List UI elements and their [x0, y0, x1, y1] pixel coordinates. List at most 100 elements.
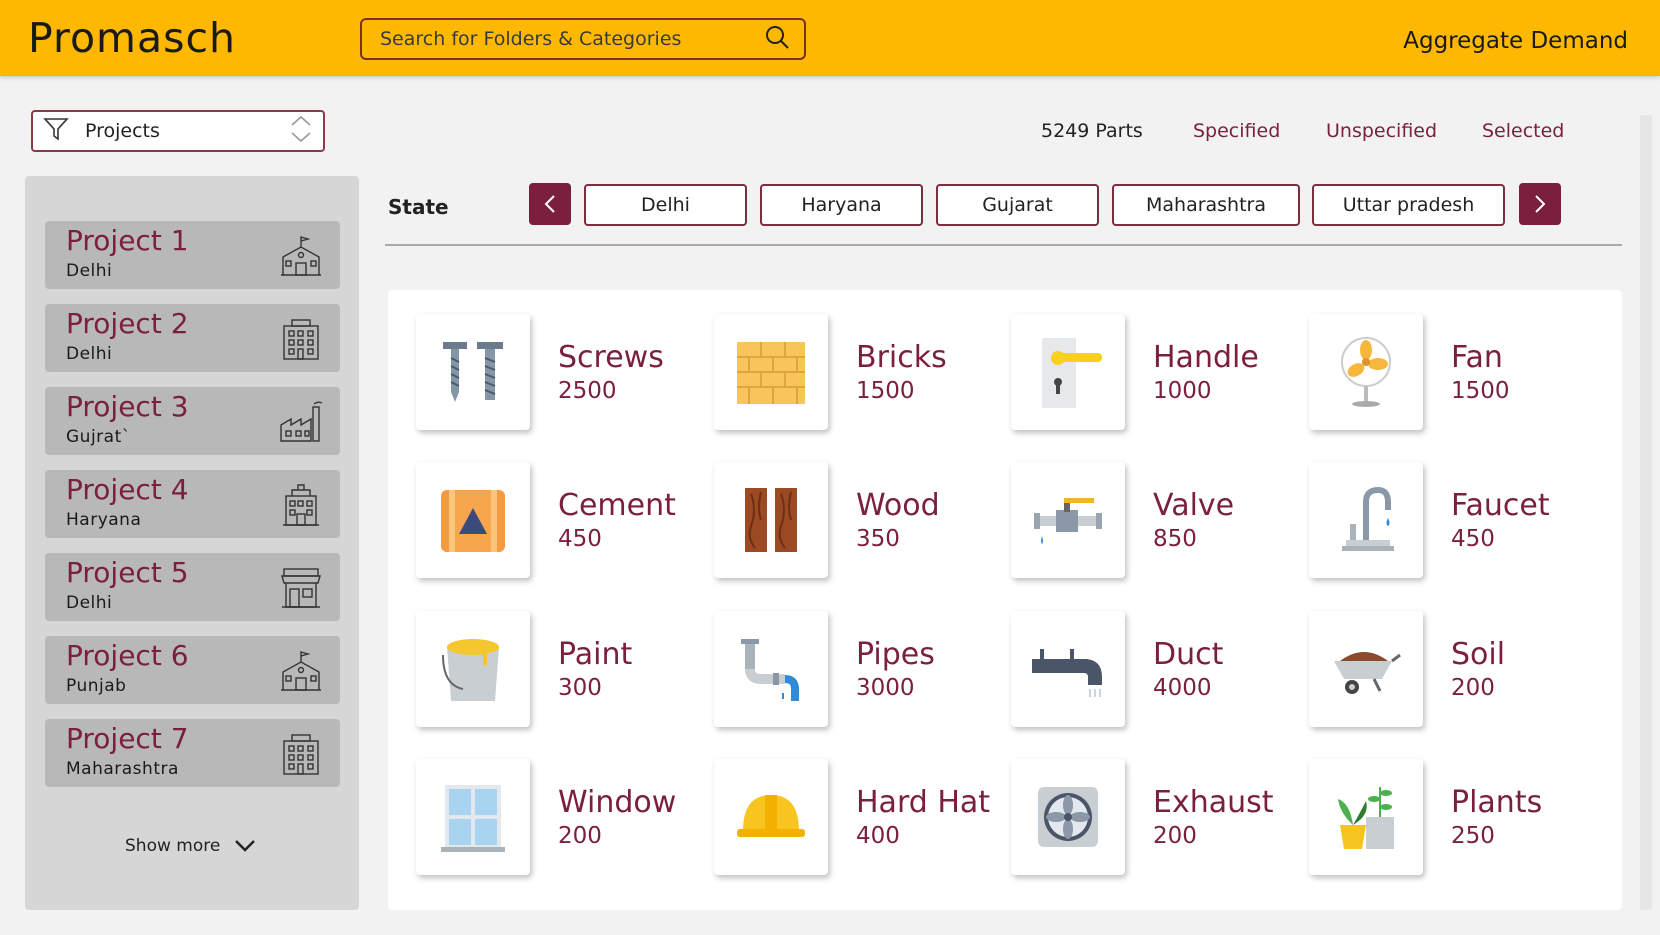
- aggregate-demand-link[interactable]: Aggregate Demand: [1403, 28, 1628, 54]
- chevron-right-icon: [1535, 195, 1546, 213]
- category-name: Plants: [1451, 785, 1543, 820]
- project-sidebar: Project 1 Delhi Project 2 Delhi Project …: [25, 176, 359, 910]
- paint-bucket-icon: [442, 639, 499, 701]
- project-card[interactable]: Project 4 Haryana: [45, 470, 340, 538]
- project-name: Project 4: [66, 473, 189, 506]
- state-next-button[interactable]: [1519, 183, 1561, 225]
- show-more-button[interactable]: Show more: [125, 836, 256, 856]
- exhaust-fan-icon: [1038, 787, 1098, 847]
- category-card-bricks[interactable]: Bricks 1500: [686, 290, 966, 430]
- window-icon: [441, 785, 505, 852]
- category-qty: 250: [1451, 823, 1495, 849]
- filter-label: Projects: [85, 120, 160, 142]
- category-card-pipes[interactable]: Pipes 3000: [686, 587, 966, 727]
- project-state: Punjab: [66, 676, 127, 696]
- project-card[interactable]: Project 1 Delhi: [45, 221, 340, 289]
- chevron-left-icon: [544, 195, 555, 213]
- category-name: Soil: [1451, 637, 1506, 672]
- page-scrollbar[interactable]: [1640, 115, 1652, 910]
- category-name: Paint: [558, 637, 633, 672]
- search-icon[interactable]: [764, 24, 790, 54]
- category-card-plants[interactable]: Plants 250: [1281, 735, 1561, 875]
- category-qty: 200: [1153, 823, 1197, 849]
- category-name: Bricks: [856, 340, 947, 375]
- fan-icon: [1341, 337, 1391, 407]
- office-icon: [283, 484, 319, 526]
- category-card-paint[interactable]: Paint 300: [388, 587, 668, 727]
- category-name: Exhaust: [1153, 785, 1274, 820]
- category-card-screws[interactable]: Screws 2500: [388, 290, 668, 430]
- project-card[interactable]: Project 7 Maharashtra: [45, 719, 340, 787]
- category-name: Valve: [1153, 488, 1235, 523]
- store-icon: [281, 568, 321, 608]
- search-box[interactable]: [360, 18, 806, 60]
- category-card-duct[interactable]: Duct 4000: [983, 587, 1263, 727]
- category-card-hard-hat[interactable]: Hard Hat 400: [686, 735, 990, 875]
- hard-hat-icon: [737, 795, 805, 837]
- project-state: Delhi: [66, 261, 113, 281]
- category-name: Hard Hat: [856, 785, 991, 820]
- project-card[interactable]: Project 6 Punjab: [45, 636, 340, 704]
- category-card-exhaust[interactable]: Exhaust 200: [983, 735, 1274, 875]
- school-icon: [281, 651, 321, 691]
- state-divider: [385, 244, 1622, 246]
- specified-tab[interactable]: Specified: [1193, 120, 1280, 142]
- project-card[interactable]: Project 2 Delhi: [45, 304, 340, 372]
- factory-icon: [280, 401, 323, 442]
- category-name: Pipes: [856, 637, 935, 672]
- selected-tab[interactable]: Selected: [1482, 120, 1564, 142]
- cement-bag-icon: [441, 490, 505, 552]
- category-card-soil[interactable]: Soil 200: [1281, 587, 1561, 727]
- category-card-valve[interactable]: Valve 850: [983, 438, 1263, 578]
- wood-planks-icon: [745, 488, 797, 552]
- category-name: Screws: [558, 340, 664, 375]
- plants-icon: [1338, 787, 1394, 849]
- building-icon: [283, 734, 319, 775]
- building-icon: [283, 319, 319, 360]
- door-handle-icon: [1042, 338, 1102, 408]
- category-card-fan[interactable]: Fan 1500: [1281, 290, 1561, 430]
- category-qty: 2500: [558, 378, 617, 404]
- project-card[interactable]: Project 3 Gujrat`: [45, 387, 340, 455]
- category-name: Window: [558, 785, 677, 820]
- project-state: Maharashtra: [66, 759, 179, 779]
- state-chip-gujarat[interactable]: Gujarat: [936, 184, 1099, 226]
- category-qty: 4000: [1153, 675, 1212, 701]
- search-input[interactable]: [380, 28, 764, 50]
- category-name: Duct: [1153, 637, 1224, 672]
- category-qty: 350: [856, 526, 900, 552]
- project-card[interactable]: Project 5 Delhi: [45, 553, 340, 621]
- faucet-icon: [1342, 486, 1394, 551]
- category-card-faucet[interactable]: Faucet 450: [1281, 438, 1561, 578]
- category-qty: 450: [1451, 526, 1495, 552]
- category-card-cement[interactable]: Cement 450: [388, 438, 676, 578]
- category-card-handle[interactable]: Handle 1000: [983, 290, 1263, 430]
- filter-icon: [43, 116, 69, 146]
- state-prev-button[interactable]: [529, 183, 571, 225]
- app-logo[interactable]: Promasch: [28, 14, 236, 62]
- project-name: Project 3: [66, 390, 189, 423]
- project-state: Gujrat`: [66, 427, 131, 447]
- state-chip-maharashtra[interactable]: Maharashtra: [1112, 184, 1300, 226]
- state-chip-delhi[interactable]: Delhi: [584, 184, 747, 226]
- projects-filter-dropdown[interactable]: Projects: [31, 110, 325, 152]
- project-state: Delhi: [66, 344, 113, 364]
- category-qty: 400: [856, 823, 900, 849]
- category-qty: 300: [558, 675, 602, 701]
- project-name: Project 5: [66, 556, 189, 589]
- category-card-wood[interactable]: Wood 350: [686, 438, 966, 578]
- state-chip-uttar-pradesh[interactable]: Uttar pradesh: [1312, 184, 1505, 226]
- state-chip-haryana[interactable]: Haryana: [760, 184, 923, 226]
- category-qty: 200: [558, 823, 602, 849]
- bricks-icon: [737, 342, 805, 404]
- unspecified-tab[interactable]: Unspecified: [1326, 120, 1437, 142]
- parts-count: 5249 Parts: [1041, 120, 1143, 142]
- category-qty: 450: [558, 526, 602, 552]
- category-qty: 1500: [856, 378, 915, 404]
- school-icon: [281, 236, 321, 276]
- category-name: Fan: [1451, 340, 1503, 375]
- category-qty: 200: [1451, 675, 1495, 701]
- wheelbarrow-icon: [1334, 652, 1401, 694]
- category-name: Cement: [558, 488, 676, 523]
- category-card-window[interactable]: Window 200: [388, 735, 676, 875]
